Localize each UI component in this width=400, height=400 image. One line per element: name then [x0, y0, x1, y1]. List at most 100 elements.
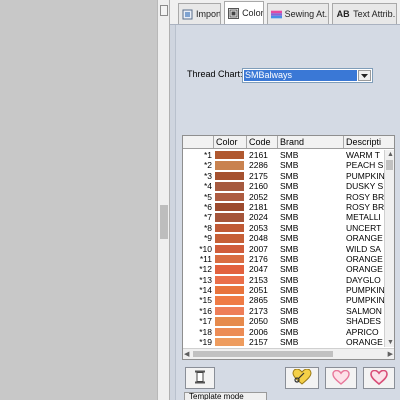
tab-sewing-attributes[interactable]: Sewing At... — [266, 3, 330, 24]
thread-code: 2051 — [249, 285, 268, 296]
scrollbar-thumb[interactable] — [160, 205, 168, 239]
table-vertical-scrollbar[interactable]: ▲ ▼ — [384, 150, 394, 347]
thread-code: 2181 — [249, 201, 268, 212]
tab-text-label: Text Attrib... — [353, 9, 397, 19]
thread-code: 2053 — [249, 222, 268, 233]
color-cell — [214, 327, 247, 337]
column-header-color[interactable]: Color — [214, 136, 247, 148]
color-swatch — [215, 306, 244, 316]
row-number: *2 — [203, 160, 212, 171]
color-swatch — [215, 338, 244, 347]
table-row[interactable]: *18 2006 SMB APRICO — [183, 327, 384, 337]
color-cell — [214, 233, 247, 243]
tab-color-label: Color — [242, 8, 264, 18]
thread-chart-dropdown[interactable]: SMBalways — [242, 68, 373, 83]
thread-spool-button[interactable] — [185, 367, 215, 389]
table-row[interactable]: *8 2053 SMB UNCERT — [183, 223, 384, 233]
cut-heart-button[interactable] — [285, 367, 319, 389]
row-number: *15 — [199, 295, 212, 306]
thread-brand: SMB — [280, 305, 299, 316]
color-icon — [228, 7, 240, 19]
text-icon: AB — [336, 9, 350, 19]
column-header-brand[interactable]: Brand — [278, 136, 344, 148]
tab-color[interactable]: Color — [224, 1, 264, 24]
color-swatch — [215, 202, 244, 212]
tab-import[interactable]: Import — [178, 3, 222, 24]
row-number: *16 — [199, 305, 212, 316]
color-cell — [214, 150, 247, 160]
thread-code: 2157 — [249, 337, 268, 347]
color-cell — [214, 275, 247, 285]
column-header-number[interactable] — [183, 136, 214, 148]
table-row[interactable]: *15 2865 SMB PUMPKIN — [183, 295, 384, 305]
thread-brand: SMB — [280, 201, 299, 212]
color-swatch — [215, 317, 244, 326]
row-number: *7 — [203, 212, 212, 223]
thread-description: ORANGE — [346, 233, 383, 244]
color-swatch — [215, 327, 244, 337]
table-row[interactable]: *12 2047 SMB ORANGE — [183, 264, 384, 274]
table-row[interactable]: *9 2048 SMB ORANGE — [183, 233, 384, 243]
table-row[interactable]: *16 2173 SMB SALMON — [183, 306, 384, 316]
row-number: *19 — [199, 337, 212, 347]
color-cell — [214, 181, 247, 191]
color-swatch — [215, 213, 244, 222]
color-swatch — [215, 182, 244, 191]
thread-code: 2047 — [249, 264, 268, 275]
color-swatch — [215, 296, 244, 305]
thread-code: 2176 — [249, 253, 268, 264]
table-row[interactable]: *13 2153 SMB DAYGLO — [183, 275, 384, 285]
table-horizontal-scrollbar[interactable]: ◀ ▶ — [183, 348, 394, 359]
thread-brand: SMB — [280, 181, 299, 192]
column-header-code[interactable]: Code — [247, 136, 278, 148]
table-row[interactable]: *17 2050 SMB SHADES — [183, 316, 384, 326]
table-row[interactable]: *3 2175 SMB PUMPKIN — [183, 171, 384, 181]
heart-outline-button[interactable] — [325, 367, 357, 389]
table-row[interactable]: *6 2181 SMB ROSY BR — [183, 202, 384, 212]
thread-description: APRICO — [346, 326, 379, 337]
color-cell — [214, 244, 247, 254]
scroll-left-arrow-icon[interactable]: ◀ — [184, 350, 189, 359]
table-header: Color Code Brand Descripti — [183, 136, 394, 149]
scroll-up-button[interactable] — [160, 5, 168, 16]
table-row[interactable]: *11 2176 SMB ORANGE — [183, 254, 384, 264]
column-header-description[interactable]: Descripti — [344, 136, 394, 148]
heart-icon — [370, 369, 388, 387]
tab-import-label: Import — [196, 9, 222, 19]
table-row[interactable]: *2 2286 SMB PEACH S — [183, 160, 384, 170]
row-number: *10 — [199, 243, 212, 254]
table-row[interactable]: *14 2051 SMB PUMPKIN — [183, 285, 384, 295]
table-row[interactable]: *4 2160 SMB DUSKY S — [183, 181, 384, 191]
table-row[interactable]: *10 2007 SMB WILD SA — [183, 244, 384, 254]
thread-color-table[interactable]: Color Code Brand Descripti *1 2161 SMB WARM… — [182, 135, 395, 360]
scroll-up-arrow-icon[interactable]: ▲ — [387, 150, 394, 159]
thread-code: 2286 — [249, 160, 268, 171]
table-row[interactable]: *7 2024 SMB METALLI — [183, 212, 384, 222]
chevron-down-icon[interactable] — [358, 70, 371, 81]
scrollbar-thumb[interactable] — [386, 160, 393, 170]
table-row[interactable]: *19 2157 SMB ORANGE — [183, 337, 384, 347]
heart-filled-button[interactable] — [363, 367, 395, 389]
scrollbar-thumb[interactable] — [193, 351, 333, 357]
thread-code: 2052 — [249, 191, 268, 202]
table-row[interactable]: *1 2161 SMB WARM T — [183, 150, 384, 160]
color-cell — [214, 254, 247, 264]
thread-brand: SMB — [280, 274, 299, 285]
color-swatch — [215, 171, 244, 181]
thread-description: ORANGE — [346, 253, 383, 264]
table-row[interactable]: *5 2052 SMB ROSY BR — [183, 192, 384, 202]
scroll-right-arrow-icon[interactable]: ▶ — [388, 350, 393, 359]
thread-chart-selected-value[interactable]: SMBalways — [244, 70, 357, 81]
template-mode-tab[interactable]: Template mode — [184, 392, 267, 400]
thread-brand: SMB — [280, 170, 299, 181]
thread-brand: SMB — [280, 295, 299, 306]
thread-brand: SMB — [280, 212, 299, 223]
thread-spool-icon — [194, 370, 206, 386]
tab-text-attributes[interactable]: AB Text Attrib... — [332, 3, 397, 24]
scroll-down-arrow-icon[interactable]: ▼ — [387, 338, 394, 347]
thread-description: WARM T — [346, 150, 380, 160]
canvas-vertical-scrollbar[interactable] — [157, 0, 170, 400]
thread-chart-label: Thread Chart: — [187, 69, 243, 79]
design-canvas[interactable] — [0, 0, 157, 400]
row-number: *11 — [199, 253, 212, 264]
